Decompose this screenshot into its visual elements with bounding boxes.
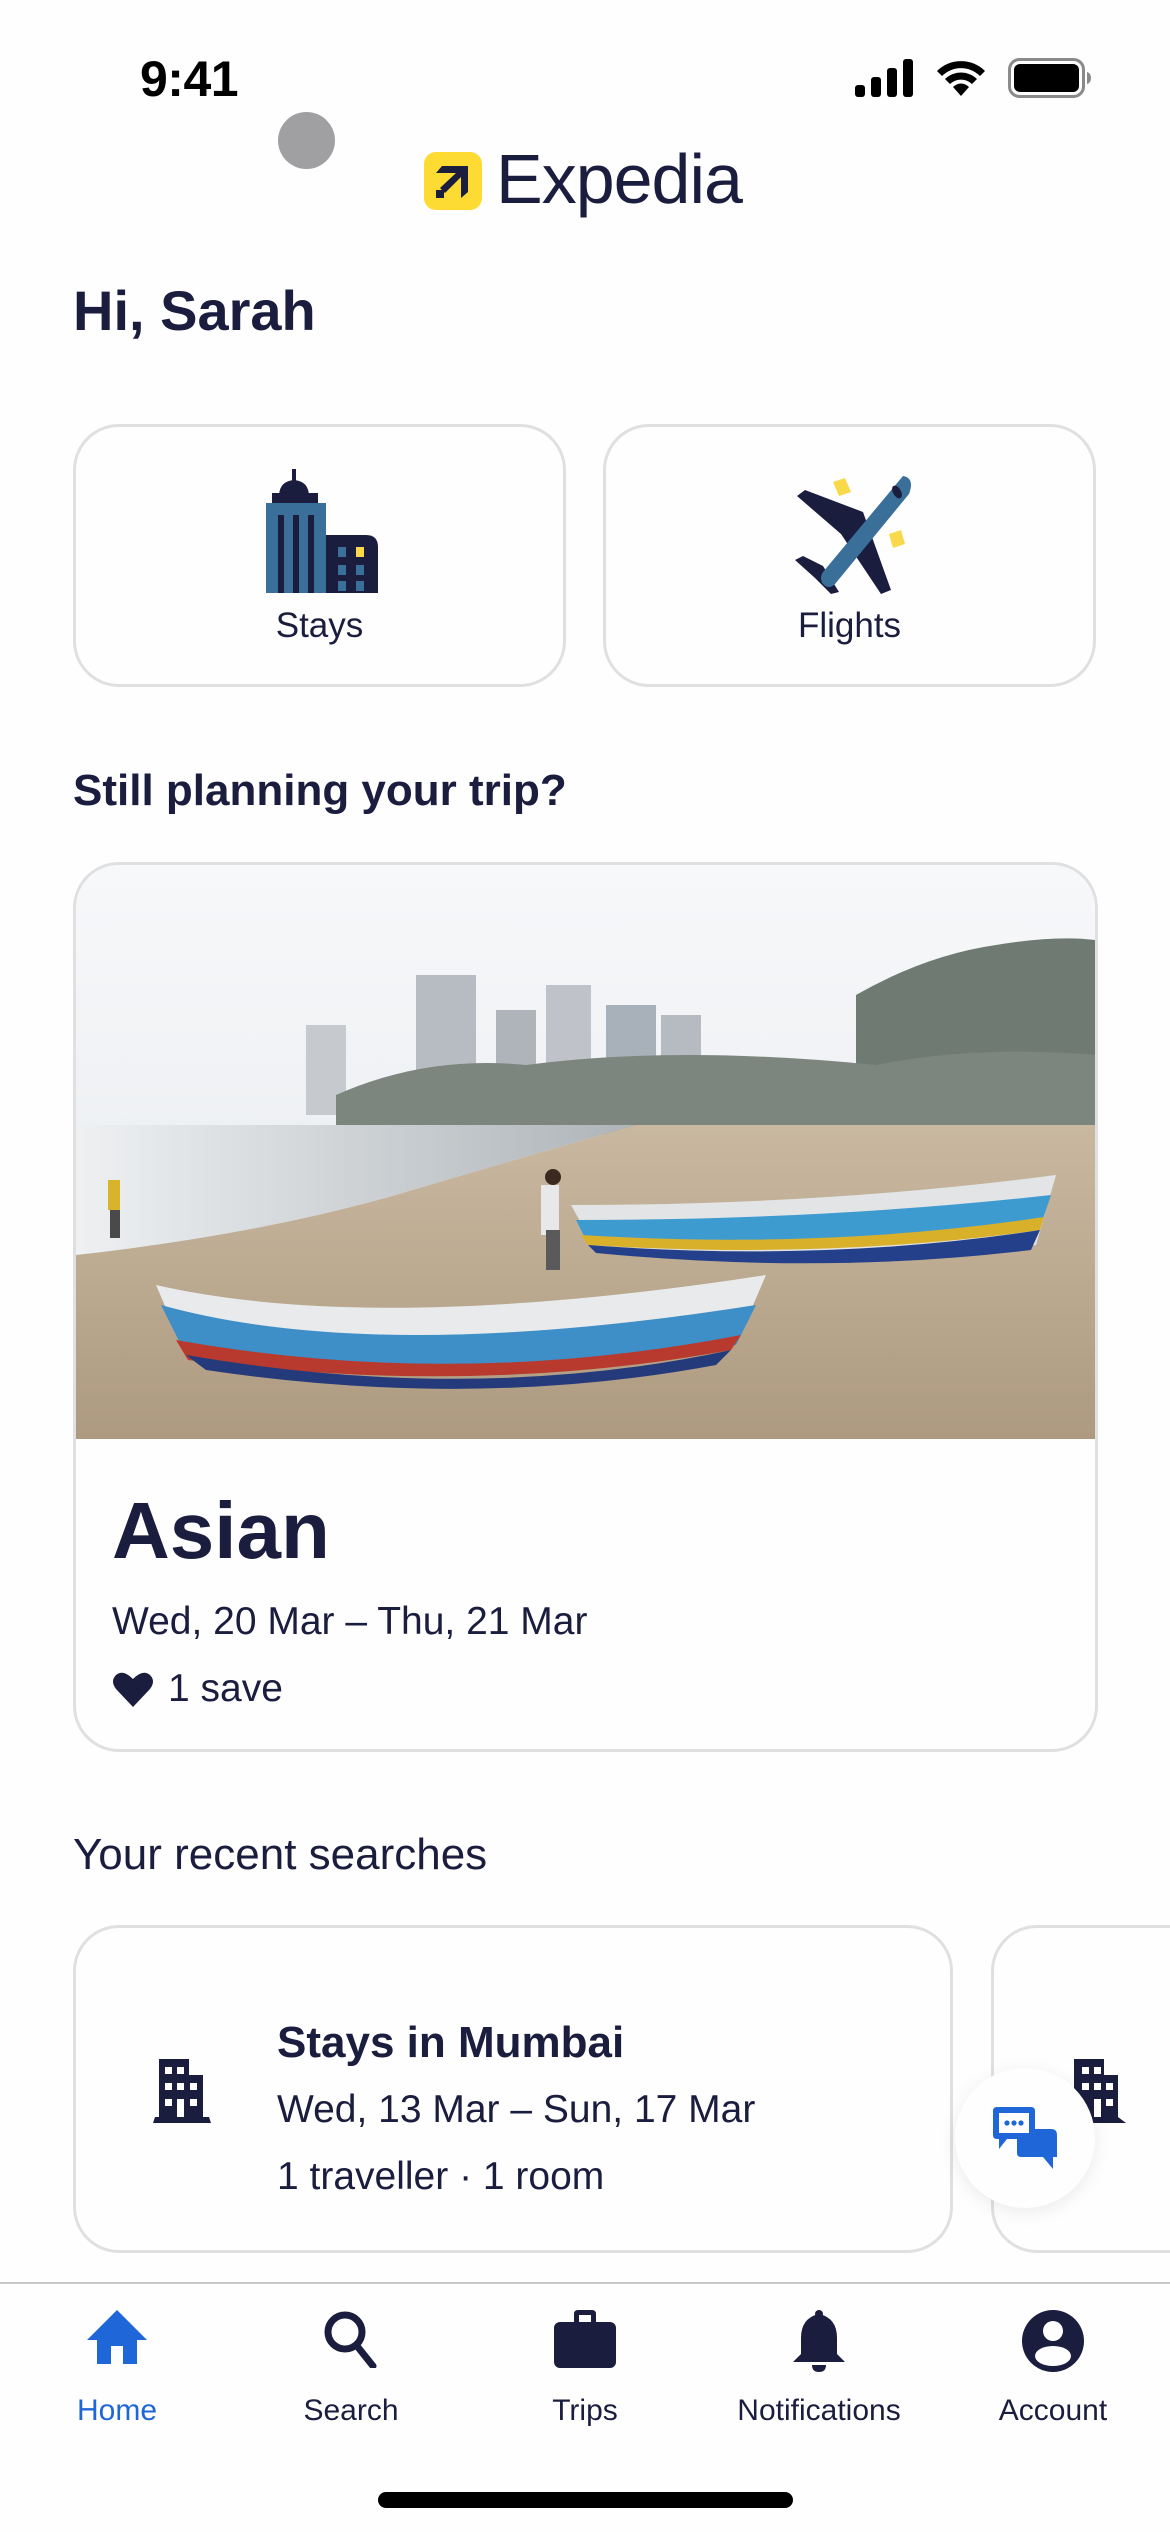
flights-tile[interactable]: Flights (603, 424, 1096, 687)
nav-label: Account (998, 2394, 1108, 2427)
trip-saves: 1 save (112, 1667, 283, 1711)
trip-dates: Wed, 20 Mar – Thu, 21 Mar (112, 1600, 588, 1643)
briefcase-icon (554, 2310, 616, 2368)
home-indicator[interactable] (378, 2492, 793, 2508)
section-title-recent: Your recent searches (73, 1830, 488, 1879)
nav-label: Trips (552, 2394, 618, 2427)
recent-search-title: Stays in Mumbai (277, 2018, 625, 2067)
battery-full-icon (1008, 58, 1091, 98)
nav-home[interactable]: Home (0, 2284, 234, 2454)
trip-name: Asian (112, 1486, 330, 1575)
bell-icon (793, 2310, 845, 2372)
trip-photo (76, 865, 1095, 1439)
nav-label: Home (76, 2394, 158, 2427)
assistive-touch-dot[interactable] (278, 112, 335, 169)
hotel-building-icon (266, 469, 378, 593)
nav-notifications[interactable]: Notifications (702, 2284, 936, 2454)
stays-tile[interactable]: Stays (73, 424, 566, 687)
nav-label: Notifications (737, 2394, 901, 2427)
nav-trips[interactable]: Trips (468, 2284, 702, 2454)
expedia-logo: Expedia (424, 140, 743, 218)
building-icon (153, 2059, 211, 2123)
airplane-icon (795, 476, 911, 594)
recent-search-card[interactable]: Stays in Mumbai Wed, 13 Mar – Sun, 17 Ma… (73, 1925, 953, 2253)
wifi-icon (937, 61, 985, 96)
brand-name: Expedia (496, 140, 743, 218)
status-time: 9:41 (140, 51, 239, 107)
trip-card[interactable]: Asian Wed, 20 Mar – Thu, 21 Mar 1 save (73, 862, 1098, 1752)
chat-button[interactable] (955, 2068, 1095, 2208)
section-title-planning: Still planning your trip? (73, 766, 567, 815)
nav-label: Search (303, 2394, 399, 2427)
search-icon (324, 2311, 377, 2368)
cellular-signal-icon (855, 59, 913, 97)
heart-icon (113, 1672, 153, 1707)
account-icon (1022, 2310, 1084, 2372)
greeting: Hi, Sarah (73, 279, 316, 342)
nav-search[interactable]: Search (234, 2284, 468, 2454)
expedia-arrow-icon (424, 152, 482, 210)
recent-search-dates: Wed, 13 Mar – Sun, 17 Mar (277, 2088, 756, 2131)
recent-search-guests: 1 traveller · 1 room (277, 2155, 605, 2198)
home-icon (87, 2310, 147, 2364)
nav-account[interactable]: Account (936, 2284, 1170, 2454)
flights-label: Flights (797, 606, 902, 645)
stays-label: Stays (275, 606, 364, 645)
chat-bubbles-icon (993, 2107, 1057, 2169)
saves-count: 1 save (168, 1667, 283, 1710)
